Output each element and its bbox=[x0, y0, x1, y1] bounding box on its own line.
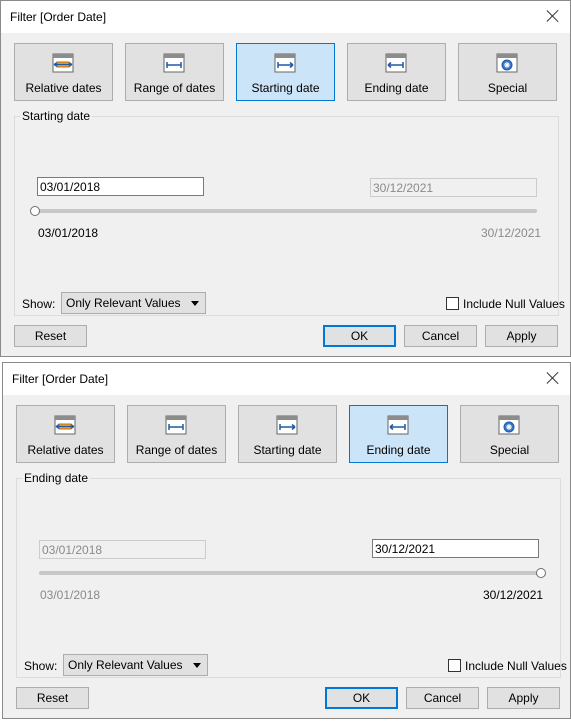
special-icon bbox=[496, 53, 518, 73]
include-null-checkbox[interactable] bbox=[448, 659, 461, 672]
tab-special[interactable]: Special bbox=[460, 405, 559, 463]
special-icon bbox=[498, 415, 520, 435]
date-slider-track[interactable] bbox=[35, 209, 537, 213]
end-slider-handle[interactable] bbox=[536, 568, 546, 578]
reset-button[interactable]: Reset bbox=[16, 687, 89, 709]
date-slider-track[interactable] bbox=[39, 571, 541, 575]
include-null-checkbox[interactable] bbox=[446, 297, 459, 310]
tab-label: Relative dates bbox=[25, 81, 102, 95]
start-date-field: 03/01/2018 bbox=[39, 540, 206, 559]
tab-special[interactable]: Special bbox=[458, 43, 557, 101]
tab-starting-date[interactable]: Starting date bbox=[236, 43, 335, 101]
tab-label: Special bbox=[487, 81, 528, 95]
tab-starting-date[interactable]: Starting date bbox=[238, 405, 337, 463]
apply-button[interactable]: Apply bbox=[485, 325, 558, 347]
dropdown-value: Only Relevant Values bbox=[68, 658, 183, 672]
tab-ending-date[interactable]: Ending date bbox=[347, 43, 446, 101]
include-null-label: Include Null Values bbox=[465, 659, 567, 673]
show-values-dropdown[interactable]: Only Relevant Values bbox=[63, 654, 208, 676]
show-label: Show: bbox=[22, 297, 56, 311]
tab-label: Range of dates bbox=[133, 81, 216, 95]
tab-range-of-dates[interactable]: Range of dates bbox=[127, 405, 226, 463]
reset-button[interactable]: Reset bbox=[14, 325, 87, 347]
group-label: Ending date bbox=[22, 471, 91, 485]
tab-range-of-dates[interactable]: Range of dates bbox=[125, 43, 224, 101]
date-group-box bbox=[14, 116, 559, 316]
group-label: Starting date bbox=[20, 109, 93, 123]
dropdown-value: Only Relevant Values bbox=[66, 296, 181, 310]
cancel-button[interactable]: Cancel bbox=[406, 687, 479, 709]
end-date-field: 30/12/2021 bbox=[370, 178, 537, 197]
ending-date-icon bbox=[387, 415, 409, 435]
tab-label: Ending date bbox=[366, 443, 431, 457]
chevron-down-icon bbox=[193, 663, 201, 668]
range-of-dates-icon bbox=[165, 415, 187, 435]
title-bar: Filter [Order Date] bbox=[1, 1, 570, 33]
relative-dates-icon bbox=[54, 415, 76, 435]
filter-dialog-starting-date: Filter [Order Date] Relative dates Range… bbox=[0, 0, 571, 357]
tab-label: Special bbox=[489, 443, 530, 457]
ending-date-icon bbox=[385, 53, 407, 73]
dialog-title: Filter [Order Date] bbox=[10, 10, 107, 24]
relative-dates-icon bbox=[52, 53, 74, 73]
title-bar: Filter [Order Date] bbox=[3, 363, 570, 395]
close-icon[interactable] bbox=[546, 371, 560, 385]
chevron-down-icon bbox=[191, 301, 199, 306]
starting-date-icon bbox=[276, 415, 298, 435]
range-max-label: 30/12/2021 bbox=[481, 226, 542, 240]
tab-label: Ending date bbox=[364, 81, 429, 95]
range-of-dates-icon bbox=[163, 53, 185, 73]
ok-button[interactable]: OK bbox=[323, 325, 396, 347]
filter-dialog-ending-date: Filter [Order Date] Relative dates Range… bbox=[2, 362, 571, 719]
tab-label: Starting date bbox=[253, 443, 322, 457]
cancel-button[interactable]: Cancel bbox=[404, 325, 477, 347]
tab-ending-date[interactable]: Ending date bbox=[349, 405, 448, 463]
show-values-dropdown[interactable]: Only Relevant Values bbox=[61, 292, 206, 314]
start-date-field[interactable]: 03/01/2018 bbox=[37, 177, 204, 196]
starting-date-icon bbox=[274, 53, 296, 73]
include-null-label: Include Null Values bbox=[463, 297, 565, 311]
range-min-label: 03/01/2018 bbox=[40, 588, 101, 602]
range-max-label: 30/12/2021 bbox=[483, 588, 544, 602]
tab-label: Relative dates bbox=[27, 443, 104, 457]
date-group-box bbox=[16, 478, 561, 678]
dialog-title: Filter [Order Date] bbox=[12, 372, 109, 386]
show-label: Show: bbox=[24, 659, 58, 673]
end-date-field[interactable]: 30/12/2021 bbox=[372, 539, 539, 558]
ok-button[interactable]: OK bbox=[325, 687, 398, 709]
tab-relative-dates[interactable]: Relative dates bbox=[14, 43, 113, 101]
close-icon[interactable] bbox=[546, 9, 560, 23]
range-min-label: 03/01/2018 bbox=[38, 226, 99, 240]
start-slider-handle[interactable] bbox=[30, 206, 40, 216]
tab-label: Starting date bbox=[251, 81, 320, 95]
apply-button[interactable]: Apply bbox=[487, 687, 560, 709]
tab-relative-dates[interactable]: Relative dates bbox=[16, 405, 115, 463]
tab-label: Range of dates bbox=[135, 443, 218, 457]
